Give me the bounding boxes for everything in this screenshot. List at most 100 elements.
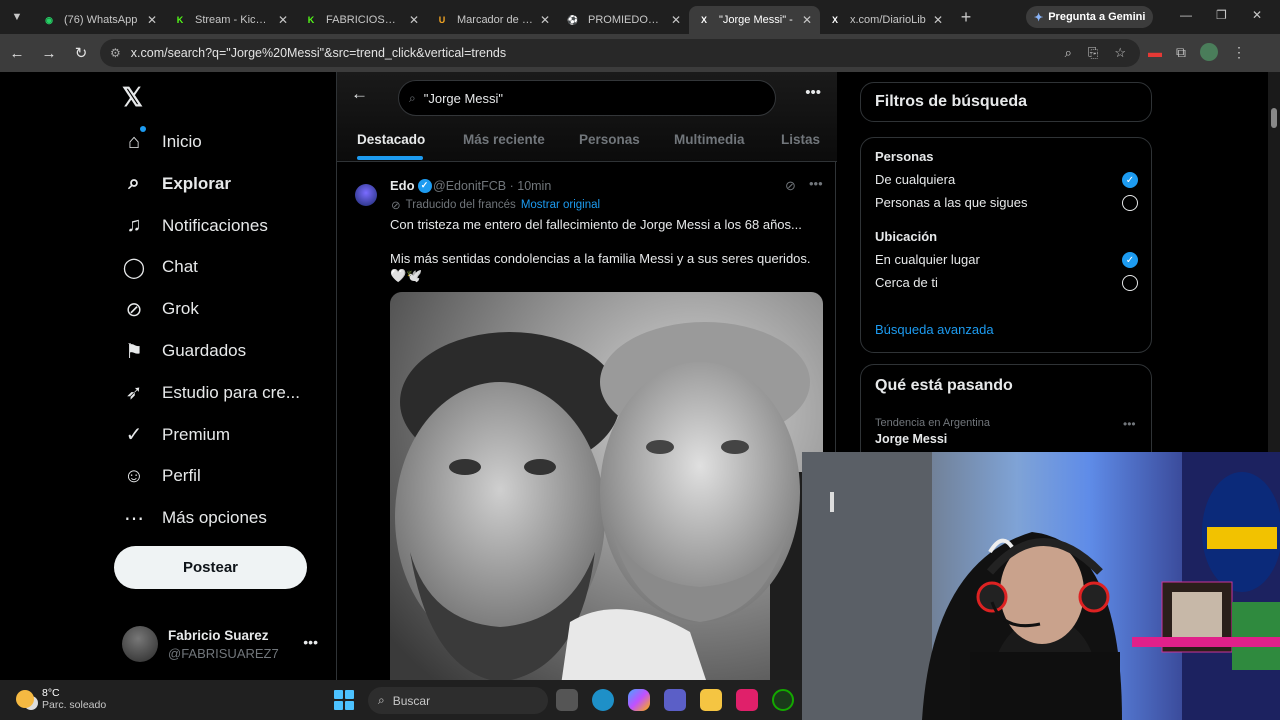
show-original-link[interactable]: Mostrar original xyxy=(521,199,600,211)
translation-note: ⊘ Traducido del francés Mostrar original xyxy=(391,198,600,212)
sidebar-item-label: Notificaciones xyxy=(162,215,268,235)
trend-name[interactable]: Jorge Messi xyxy=(875,432,947,446)
weather-widget[interactable]: 8°C Parc. soleado xyxy=(16,687,106,711)
tab-listas[interactable]: Listas xyxy=(781,132,820,147)
tab-favicon-icon: ⚽ xyxy=(567,14,579,25)
tweet-more-icon[interactable]: ••• xyxy=(809,176,823,191)
tab-personas[interactable]: Personas xyxy=(579,132,640,147)
rocket-icon: ➶ xyxy=(125,382,143,405)
tweet-author-name: Edo xyxy=(390,178,415,193)
grok-explain-icon[interactable]: ⊘ xyxy=(785,178,796,194)
back-arrow-icon[interactable]: ← xyxy=(351,84,368,104)
sidebar-item-grok[interactable]: ⊘ Grok xyxy=(122,288,199,330)
tab-close-icon[interactable]: ✕ xyxy=(802,13,812,27)
browser-tab[interactable]: K Stream - Kick Da ✕ xyxy=(165,6,296,34)
search-box[interactable]: ⌕ xyxy=(398,80,776,116)
install-app-icon[interactable]: ⎘ xyxy=(1088,45,1098,61)
forward-icon[interactable]: → xyxy=(34,45,64,62)
sidebar-item-perfil[interactable]: ☺ Perfil xyxy=(122,455,201,497)
tweet-photo[interactable] xyxy=(390,292,823,680)
browser-tab[interactable]: X "Jorge Messi" - ✕ xyxy=(689,6,820,34)
windows-start-icon[interactable] xyxy=(334,690,354,710)
chrome-menu-icon[interactable]: ⋮ xyxy=(1232,44,1246,61)
advanced-search-link[interactable]: Búsqueda avanzada xyxy=(875,322,994,337)
radio-anywhere-checked-icon[interactable]: ✓ xyxy=(1122,252,1138,268)
tweet-handle-time: @EdonitFCB · 10min xyxy=(433,179,552,193)
tab-close-icon[interactable]: ✕ xyxy=(278,13,288,27)
bell-icon: ♫ xyxy=(126,214,142,237)
radio-near[interactable] xyxy=(1122,275,1138,291)
radio-anyone-checked-icon[interactable]: ✓ xyxy=(1122,172,1138,188)
post-button[interactable]: Postear xyxy=(114,546,307,589)
webcam-overlay xyxy=(802,452,1280,720)
account-switcher[interactable]: Fabricio Suarez @FABRISUAREZ7 ••• xyxy=(122,622,332,666)
tab-mas-reciente[interactable]: Más reciente xyxy=(463,132,545,147)
browser-tab[interactable]: ⚽ PROMIEDOS - F ✕ xyxy=(558,6,689,34)
tab-multimedia[interactable]: Multimedia xyxy=(674,132,745,147)
tab-search-icon[interactable]: ▼ xyxy=(0,0,34,34)
extensions-icon[interactable]: ⧉ xyxy=(1176,44,1186,61)
browser-tab[interactable]: ◉ (76) WhatsApp ✕ xyxy=(34,6,165,34)
tab-favicon-icon: X xyxy=(831,15,838,25)
sidebar-item-notificaciones[interactable]: ♫ Notificaciones xyxy=(122,205,268,247)
bookmark-icon: ⚑ xyxy=(125,340,143,363)
reload-icon[interactable]: ↻ xyxy=(66,44,96,62)
x-logo-icon[interactable]: 𝕏 xyxy=(122,82,143,113)
tab-favicon-icon: K xyxy=(176,15,184,25)
option-anyone-label[interactable]: De cualquiera xyxy=(875,172,955,187)
option-following-label[interactable]: Personas a las que sigues xyxy=(875,195,1027,210)
upwork-icon[interactable] xyxy=(772,689,794,711)
tweet-text: Con tristeza me entero del fallecimiento… xyxy=(390,216,825,284)
tab-destacado[interactable]: Destacado xyxy=(357,132,425,147)
teams-icon[interactable] xyxy=(664,689,686,711)
sidebar-item-explorar[interactable]: ⌕ Explorar xyxy=(122,163,231,205)
tab-close-icon[interactable]: ✕ xyxy=(409,13,419,27)
copilot-icon[interactable] xyxy=(628,689,650,711)
tweet[interactable]: Edo ✓ @EdonitFCB · 10min ⊘ ••• ⊘ Traduci… xyxy=(337,168,837,680)
sidebar-item-más[interactable]: ⋯ Más opciones xyxy=(122,497,267,539)
edge-icon[interactable] xyxy=(592,689,614,711)
new-tab-button[interactable]: + xyxy=(951,7,981,28)
zoom-icon[interactable]: ⌕ xyxy=(1065,45,1072,61)
tweet-author[interactable]: Edo ✓ xyxy=(390,178,432,193)
address-bar[interactable]: ⚙ x.com/search?q="Jorge%20Messi"&src=tre… xyxy=(100,39,1140,67)
tweet-avatar[interactable] xyxy=(355,184,377,206)
task-view-icon[interactable] xyxy=(556,689,578,711)
sidebar-item-inicio[interactable]: ⌂ Inicio xyxy=(122,121,202,163)
gemini-button[interactable]: ✦ Pregunta a Gemini xyxy=(1026,6,1154,28)
sidebar-item-premium[interactable]: ✓ Premium xyxy=(122,414,230,456)
url-text: x.com/search?q="Jorge%20Messi"&src=trend… xyxy=(130,46,507,60)
sidebar-item-estudio[interactable]: ➶ Estudio para cre... xyxy=(122,372,300,414)
tab-title: PROMIEDOS - F xyxy=(588,14,665,26)
browser-tab[interactable]: K FABRICIOSUARE ✕ xyxy=(296,6,427,34)
tab-close-icon[interactable]: ✕ xyxy=(671,13,681,27)
bookmark-star-icon[interactable]: ☆ xyxy=(1114,45,1126,61)
file-explorer-icon[interactable] xyxy=(700,689,722,711)
tab-close-icon[interactable]: ✕ xyxy=(540,13,550,27)
maximize-icon[interactable]: ❐ xyxy=(1216,8,1227,22)
taskbar-search[interactable]: ⌕ Buscar xyxy=(368,687,548,714)
sidebar-item-guardados[interactable]: ⚑ Guardados xyxy=(122,330,246,372)
site-info-icon[interactable]: ⚙ xyxy=(110,46,121,60)
tab-close-icon[interactable]: ✕ xyxy=(933,13,943,27)
profile-avatar[interactable] xyxy=(1200,43,1218,61)
option-near-label[interactable]: Cerca de ti xyxy=(875,275,938,290)
trend-more-icon[interactable]: ••• xyxy=(1123,417,1136,431)
extension-red-icon[interactable]: ▬ xyxy=(1148,44,1162,60)
browser-tab[interactable]: U Marcador de lar ✕ xyxy=(427,6,558,34)
back-icon[interactable]: ← xyxy=(2,45,32,62)
radio-following[interactable] xyxy=(1122,195,1138,211)
store-icon[interactable] xyxy=(736,689,758,711)
sidebar-item-chat[interactable]: ◯ Chat xyxy=(122,246,198,288)
account-more-icon[interactable]: ••• xyxy=(303,634,318,650)
close-window-icon[interactable]: ✕ xyxy=(1252,8,1262,22)
browser-tab[interactable]: Xx.com/DiarioLib ✕ xyxy=(820,6,951,34)
minimize-icon[interactable]: — xyxy=(1180,8,1192,22)
scrollbar-thumb[interactable] xyxy=(1271,108,1277,128)
tab-close-icon[interactable]: ✕ xyxy=(147,13,157,27)
tweet-text-line-2: Mis más sentidas condolencias a la famil… xyxy=(390,251,811,283)
search-input[interactable] xyxy=(423,90,744,106)
unread-dot xyxy=(140,126,146,132)
option-anywhere-label[interactable]: En cualquier lugar xyxy=(875,252,980,267)
search-more-icon[interactable]: ••• xyxy=(805,84,821,101)
